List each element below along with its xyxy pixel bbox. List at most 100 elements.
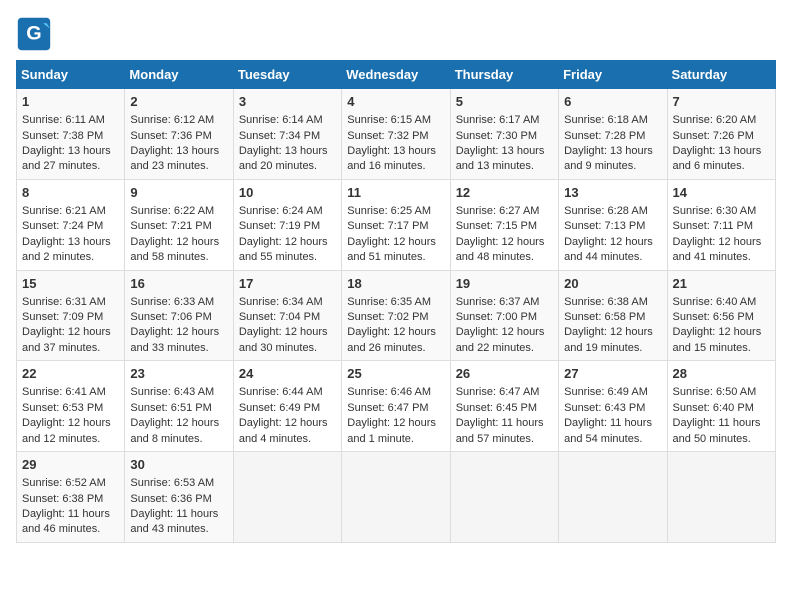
- day-number: 2: [130, 93, 227, 111]
- day-info-line: Sunset: 7:38 PM: [22, 129, 119, 144]
- day-cell-1: 1 Sunrise: 6:11 AMSunset: 7:38 PMDaylight…: [17, 89, 125, 180]
- day-info-line: Daylight: 13 hours: [22, 144, 119, 159]
- day-info-line: Daylight: 12 hours: [22, 416, 119, 431]
- day-info-line: and 57 minutes.: [456, 432, 553, 447]
- day-info-line: Daylight: 11 hours: [456, 416, 553, 431]
- day-number: 14: [673, 184, 770, 202]
- day-number: 22: [22, 365, 119, 383]
- day-info-line: Sunset: 7:09 PM: [22, 310, 119, 325]
- day-info-line: Sunrise: 6:20 AM: [673, 113, 770, 128]
- day-cell-26: 26Sunrise: 6:47 AMSunset: 6:45 PMDayligh…: [450, 361, 558, 452]
- day-info-line: Daylight: 12 hours: [239, 416, 336, 431]
- day-info-line: Daylight: 12 hours: [130, 325, 227, 340]
- day-info-line: Sunrise: 6:15 AM: [347, 113, 444, 128]
- day-info-line: and 46 minutes.: [22, 522, 119, 537]
- day-number: 25: [347, 365, 444, 383]
- day-info-line: Daylight: 12 hours: [564, 325, 661, 340]
- day-number: 17: [239, 275, 336, 293]
- day-cell-11: 11Sunrise: 6:25 AMSunset: 7:17 PMDayligh…: [342, 179, 450, 270]
- day-number: 11: [347, 184, 444, 202]
- day-cell-10: 10Sunrise: 6:24 AMSunset: 7:19 PMDayligh…: [233, 179, 341, 270]
- day-number: 4: [347, 93, 444, 111]
- day-info-line: and 54 minutes.: [564, 432, 661, 447]
- day-info-line: Sunrise: 6:11 AM: [22, 113, 119, 128]
- day-info-line: and 23 minutes.: [130, 159, 227, 174]
- weekday-header-row: SundayMondayTuesdayWednesdayThursdayFrid…: [17, 61, 776, 89]
- day-info-line: Daylight: 12 hours: [673, 235, 770, 250]
- day-info-line: Sunrise: 6:34 AM: [239, 295, 336, 310]
- day-info-line: and 9 minutes.: [564, 159, 661, 174]
- day-cell-2: 2 Sunrise: 6:12 AMSunset: 7:36 PMDaylight…: [125, 89, 233, 180]
- empty-cell: [559, 452, 667, 543]
- day-info-line: Daylight: 12 hours: [456, 325, 553, 340]
- day-info-line: Daylight: 13 hours: [347, 144, 444, 159]
- day-info-line: Sunrise: 6:33 AM: [130, 295, 227, 310]
- day-info-line: Sunset: 6:58 PM: [564, 310, 661, 325]
- day-info-line: Sunrise: 6:18 AM: [564, 113, 661, 128]
- day-info-line: Daylight: 12 hours: [673, 325, 770, 340]
- day-info-line: and 55 minutes.: [239, 250, 336, 265]
- day-cell-17: 17Sunrise: 6:34 AMSunset: 7:04 PMDayligh…: [233, 270, 341, 361]
- day-number: 21: [673, 275, 770, 293]
- day-info-line: and 58 minutes.: [130, 250, 227, 265]
- day-info-line: Daylight: 13 hours: [239, 144, 336, 159]
- day-cell-27: 27Sunrise: 6:49 AMSunset: 6:43 PMDayligh…: [559, 361, 667, 452]
- page-header: G: [16, 16, 776, 52]
- day-cell-23: 23Sunrise: 6:43 AMSunset: 6:51 PMDayligh…: [125, 361, 233, 452]
- empty-cell: [233, 452, 341, 543]
- day-number: 7: [673, 93, 770, 111]
- day-info-line: Daylight: 11 hours: [22, 507, 119, 522]
- day-info-line: Sunset: 7:04 PM: [239, 310, 336, 325]
- empty-cell: [667, 452, 775, 543]
- day-info-line: and 22 minutes.: [456, 341, 553, 356]
- day-number: 27: [564, 365, 661, 383]
- empty-cell: [342, 452, 450, 543]
- day-info-line: and 19 minutes.: [564, 341, 661, 356]
- day-cell-15: 15Sunrise: 6:31 AMSunset: 7:09 PMDayligh…: [17, 270, 125, 361]
- day-info-line: Daylight: 12 hours: [347, 416, 444, 431]
- day-info-line: Daylight: 12 hours: [347, 325, 444, 340]
- day-info-line: Sunset: 7:21 PM: [130, 219, 227, 234]
- day-info-line: Sunset: 7:06 PM: [130, 310, 227, 325]
- day-info-line: Sunset: 7:02 PM: [347, 310, 444, 325]
- day-cell-16: 16Sunrise: 6:33 AMSunset: 7:06 PMDayligh…: [125, 270, 233, 361]
- calendar-table: SundayMondayTuesdayWednesdayThursdayFrid…: [16, 60, 776, 543]
- empty-cell: [450, 452, 558, 543]
- day-info-line: and 41 minutes.: [673, 250, 770, 265]
- day-number: 12: [456, 184, 553, 202]
- day-info-line: Sunset: 7:36 PM: [130, 129, 227, 144]
- day-cell-14: 14Sunrise: 6:30 AMSunset: 7:11 PMDayligh…: [667, 179, 775, 270]
- day-cell-9: 9Sunrise: 6:22 AMSunset: 7:21 PMDaylight…: [125, 179, 233, 270]
- day-cell-3: 3Sunrise: 6:14 AMSunset: 7:34 PMDaylight…: [233, 89, 341, 180]
- day-info-line: Sunset: 7:26 PM: [673, 129, 770, 144]
- calendar-row: 15Sunrise: 6:31 AMSunset: 7:09 PMDayligh…: [17, 270, 776, 361]
- weekday-header-thursday: Thursday: [450, 61, 558, 89]
- day-info-line: Daylight: 12 hours: [347, 235, 444, 250]
- day-info-line: Sunrise: 6:49 AM: [564, 385, 661, 400]
- day-info-line: Sunset: 6:36 PM: [130, 492, 227, 507]
- day-info-line: Daylight: 11 hours: [130, 507, 227, 522]
- day-info-line: Daylight: 12 hours: [239, 235, 336, 250]
- day-info-line: Sunset: 6:40 PM: [673, 401, 770, 416]
- day-info-line: Daylight: 12 hours: [130, 416, 227, 431]
- calendar-row: 29Sunrise: 6:52 AMSunset: 6:38 PMDayligh…: [17, 452, 776, 543]
- day-info-line: Sunrise: 6:31 AM: [22, 295, 119, 310]
- day-info-line: and 20 minutes.: [239, 159, 336, 174]
- day-info-line: and 16 minutes.: [347, 159, 444, 174]
- day-info-line: Sunrise: 6:12 AM: [130, 113, 227, 128]
- day-info-line: Daylight: 13 hours: [130, 144, 227, 159]
- day-cell-7: 7Sunrise: 6:20 AMSunset: 7:26 PMDaylight…: [667, 89, 775, 180]
- day-number: 20: [564, 275, 661, 293]
- day-cell-21: 21Sunrise: 6:40 AMSunset: 6:56 PMDayligh…: [667, 270, 775, 361]
- day-info-line: Sunrise: 6:47 AM: [456, 385, 553, 400]
- day-number: 6: [564, 93, 661, 111]
- calendar-row: 22Sunrise: 6:41 AMSunset: 6:53 PMDayligh…: [17, 361, 776, 452]
- day-cell-20: 20Sunrise: 6:38 AMSunset: 6:58 PMDayligh…: [559, 270, 667, 361]
- day-cell-5: 5Sunrise: 6:17 AMSunset: 7:30 PMDaylight…: [450, 89, 558, 180]
- day-number: 1: [22, 93, 119, 111]
- day-info-line: and 33 minutes.: [130, 341, 227, 356]
- day-info-line: and 26 minutes.: [347, 341, 444, 356]
- day-info-line: Sunrise: 6:17 AM: [456, 113, 553, 128]
- day-info-line: Sunset: 7:13 PM: [564, 219, 661, 234]
- weekday-header-saturday: Saturday: [667, 61, 775, 89]
